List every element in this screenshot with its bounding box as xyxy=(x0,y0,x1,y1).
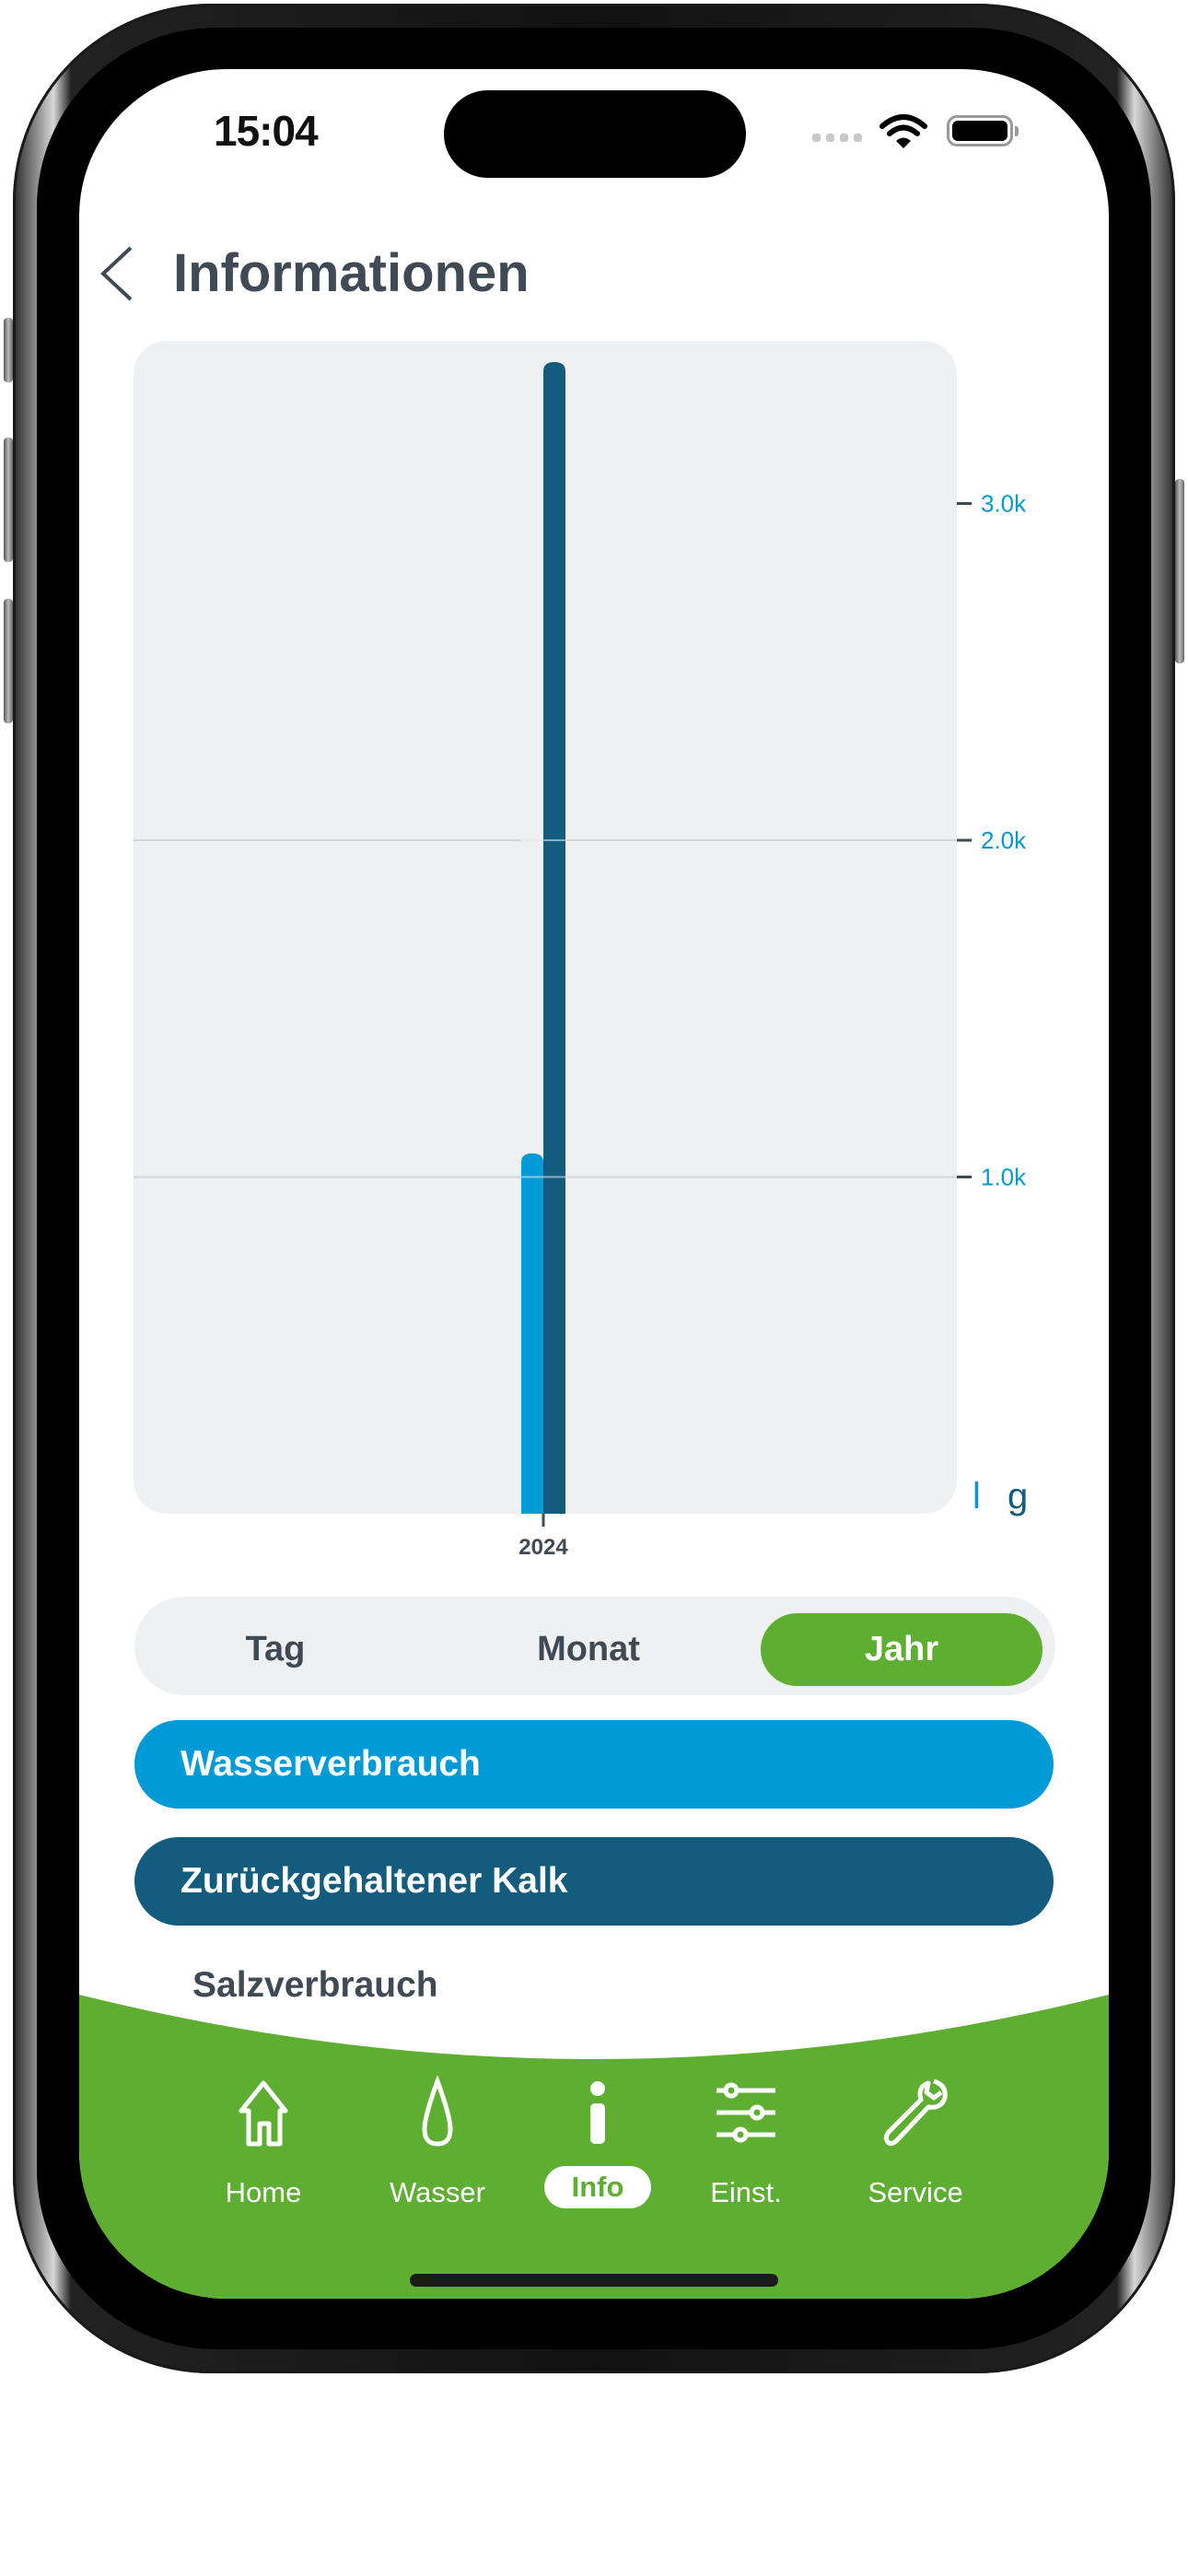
water-drop-icon xyxy=(422,2076,453,2147)
period-selector: Tag Monat Jahr xyxy=(134,1597,1055,1695)
nav-label: Home xyxy=(225,2176,302,2208)
nav-label: Einst. xyxy=(710,2176,782,2208)
nav-label: Service xyxy=(868,2176,963,2208)
home-icon xyxy=(239,2080,288,2147)
volume-down-button xyxy=(4,599,13,723)
action-button xyxy=(4,318,13,382)
unit-label-grams: g xyxy=(1007,1476,1028,1516)
x-tick-label: 2024 xyxy=(518,1535,568,1560)
nav-label: Wasser xyxy=(390,2176,485,2208)
nav-wasser[interactable]: Wasser xyxy=(364,2076,511,2214)
y-tick-label: 1.0k xyxy=(981,1164,1027,1191)
nav-service[interactable]: Service xyxy=(842,2076,989,2214)
volume-up-button xyxy=(4,438,13,562)
toggle-kalk[interactable]: Zurückgehaltener Kalk xyxy=(134,1837,1054,1926)
screen: 15:04 Informationen 1.0k 2.0k 3.0k l g 2024 T… xyxy=(79,69,1109,2299)
sliders-icon xyxy=(716,2082,775,2143)
bar-wasserverbrauch xyxy=(521,1153,543,1514)
y-tick-label: 2.0k xyxy=(981,826,1027,854)
toggle-label: Zurückgehaltener Kalk xyxy=(181,1861,568,1901)
nav-home[interactable]: Home xyxy=(190,2076,337,2214)
toggle-label: Wasserverbrauch xyxy=(181,1744,481,1784)
info-icon xyxy=(590,2081,605,2144)
unit-label-liters: l xyxy=(973,1476,981,1516)
period-tab-monat[interactable]: Monat xyxy=(448,1613,729,1686)
bar-chart: 1.0k 2.0k 3.0k l g 2024 xyxy=(134,361,1028,1560)
toggle-wasserverbrauch[interactable]: Wasserverbrauch xyxy=(134,1720,1054,1809)
period-tab-jahr[interactable]: Jahr xyxy=(761,1613,1042,1686)
nav-label: Info xyxy=(543,2166,652,2208)
home-indicator[interactable] xyxy=(410,2274,778,2287)
y-tick-label: 3.0k xyxy=(981,490,1027,518)
nav-info[interactable]: Info xyxy=(524,2076,671,2208)
period-tab-tag[interactable]: Tag xyxy=(134,1613,416,1686)
nav-einstellungen[interactable]: Einst. xyxy=(672,2076,820,2214)
wrench-icon xyxy=(883,2078,948,2147)
side-button xyxy=(1175,479,1184,663)
bar-kalk xyxy=(543,361,565,1514)
